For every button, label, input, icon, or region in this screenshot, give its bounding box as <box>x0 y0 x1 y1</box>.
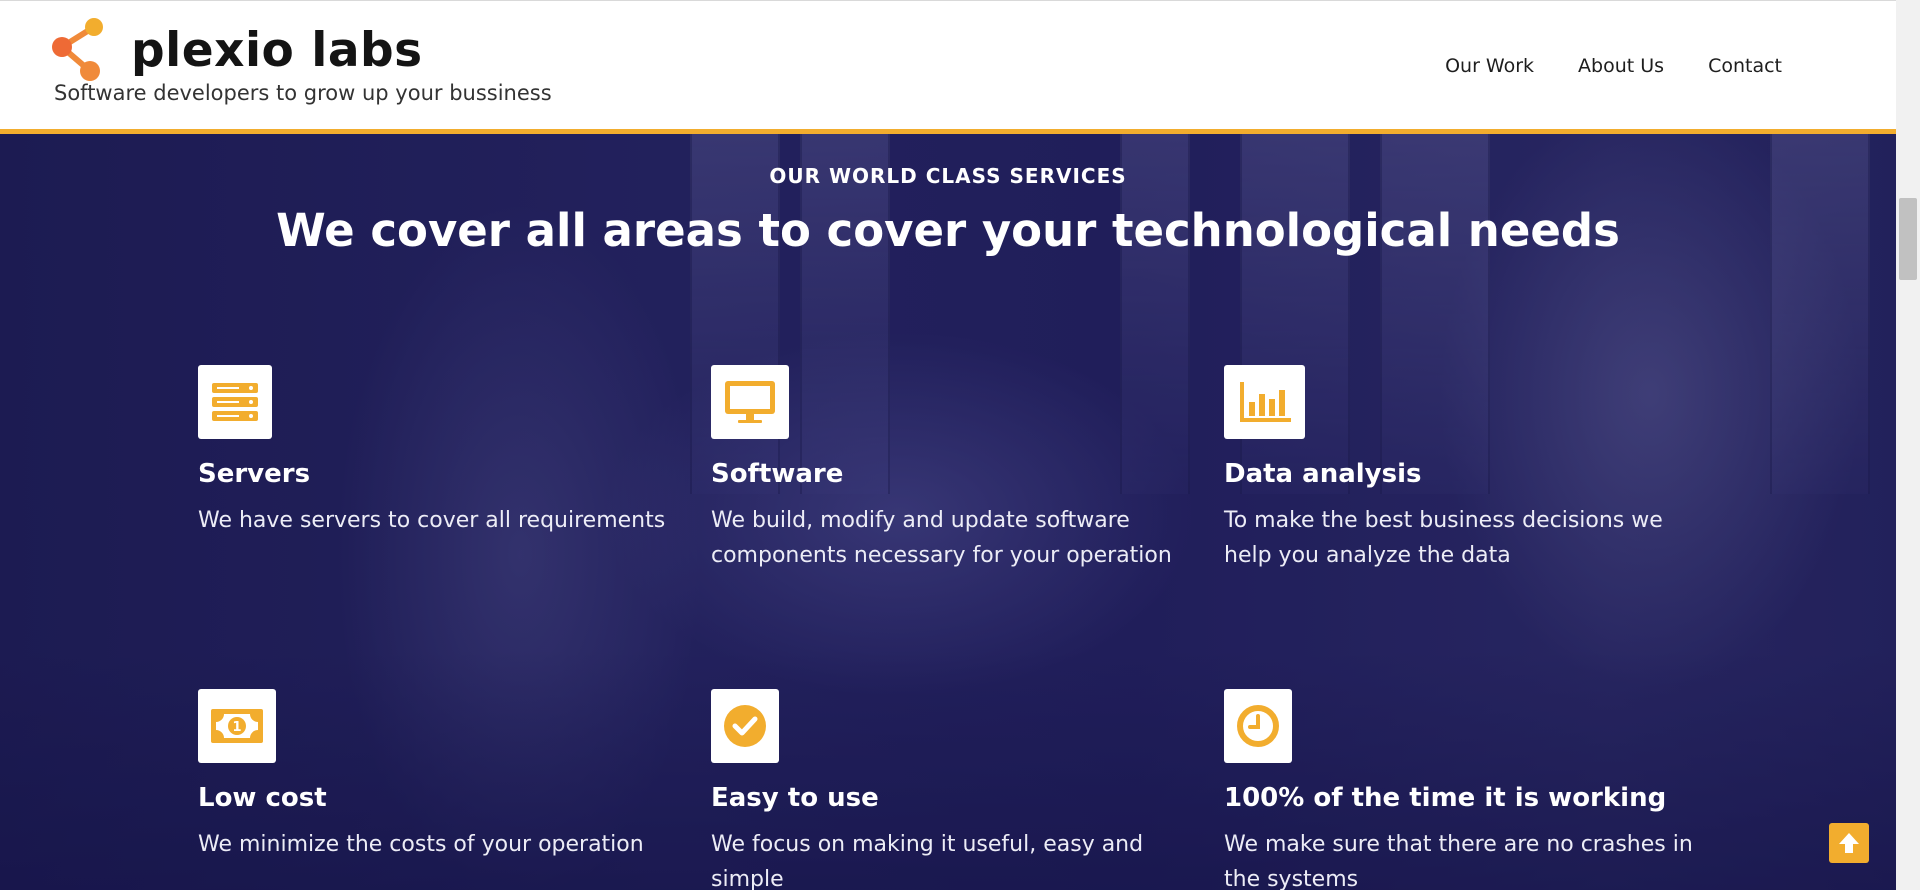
section-headline: We cover all areas to cover your technol… <box>276 204 1620 257</box>
service-description: We build, modify and update software com… <box>711 508 1172 568</box>
scrollbar-thumb[interactable] <box>1899 198 1917 280</box>
service-description: We make sure that there are no crashes i… <box>1224 832 1693 890</box>
service-description: We focus on making it useful, easy and s… <box>711 832 1144 890</box>
section-eyebrow: OUR WORLD CLASS SERVICES <box>769 164 1127 188</box>
services-section: OUR WORLD CLASS SERVICES We cover all ar… <box>0 134 1896 890</box>
money-bill-icon: 1 <box>211 709 263 743</box>
icon-box <box>711 689 779 763</box>
service-title: 100% of the time it is working <box>1224 783 1667 813</box>
service-description: We minimize the costs of your operation <box>198 832 644 857</box>
service-title: Data analysis <box>1224 459 1422 489</box>
nav-link-contact[interactable]: Contact <box>1708 55 1782 77</box>
brand-tagline: Software developers to grow up your buss… <box>54 81 552 105</box>
nav-link-about-us[interactable]: About Us <box>1578 55 1664 77</box>
main-nav: Our Work About Us Contact <box>1445 55 1782 77</box>
nav-link-our-work[interactable]: Our Work <box>1445 55 1534 77</box>
bar-chart-icon <box>1239 382 1291 422</box>
site-header: plexio labs Software developers to grow … <box>0 0 1896 134</box>
icon-box <box>1224 689 1292 763</box>
service-description: To make the best business decisions we h… <box>1224 508 1663 568</box>
icon-box: 1 <box>198 689 276 763</box>
service-title: Easy to use <box>711 783 879 813</box>
service-card-low-cost: 1 Low cost We minimize the costs of your… <box>198 689 668 862</box>
server-icon <box>212 383 258 421</box>
service-card-servers: Servers We have servers to cover all req… <box>198 365 668 538</box>
clock-icon <box>1237 705 1279 747</box>
brand-name[interactable]: plexio labs <box>131 23 423 78</box>
service-title: Low cost <box>198 783 327 813</box>
icon-box <box>1224 365 1305 439</box>
desktop-monitor-icon <box>725 381 775 423</box>
service-card-uptime: 100% of the time it is working We make s… <box>1224 689 1694 890</box>
scroll-to-top-button[interactable] <box>1829 823 1869 863</box>
service-card-software: Software We build, modify and update sof… <box>711 365 1181 573</box>
service-card-data-analysis: Data analysis To make the best business … <box>1224 365 1694 573</box>
service-title: Software <box>711 459 844 489</box>
check-circle-icon <box>724 705 766 747</box>
service-card-easy-to-use: Easy to use We focus on making it useful… <box>711 689 1181 890</box>
icon-box <box>198 365 272 439</box>
svg-text:1: 1 <box>232 720 241 735</box>
page-scrollbar[interactable] <box>1896 0 1920 890</box>
arrow-up-icon <box>1839 833 1859 853</box>
icon-box <box>711 365 789 439</box>
share-nodes-icon[interactable] <box>50 17 108 83</box>
service-title: Servers <box>198 459 311 489</box>
service-description: We have servers to cover all requirement… <box>198 508 666 533</box>
